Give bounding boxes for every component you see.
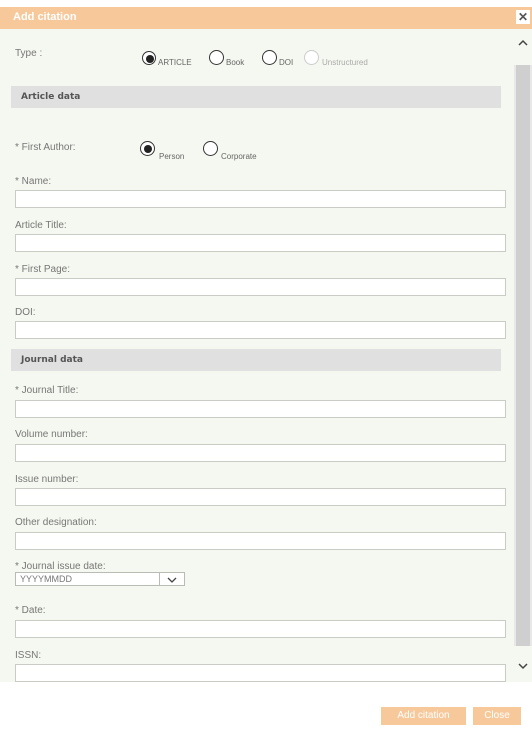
type-label: Type : bbox=[15, 48, 43, 59]
journal-issue-date-value: YYYYMMDD bbox=[20, 574, 73, 584]
radio-type-doi[interactable] bbox=[262, 50, 277, 65]
chevron-down-icon bbox=[167, 577, 177, 583]
radio-first-author-person[interactable] bbox=[140, 141, 155, 156]
journal-issue-date-label: * Journal issue date: bbox=[15, 561, 106, 572]
radio-type-book-label: Book bbox=[226, 58, 245, 67]
journal-data-section-header: Journal data bbox=[11, 349, 501, 371]
first-page-label: * First Page: bbox=[15, 264, 71, 275]
first-author-label: * First Author: bbox=[15, 142, 76, 153]
other-designation-label: Other designation: bbox=[15, 517, 97, 528]
doi-input[interactable] bbox=[15, 321, 506, 339]
dropdown-button[interactable] bbox=[159, 573, 184, 585]
journal-title-label: * Journal Title: bbox=[15, 385, 79, 396]
doi-label: DOI: bbox=[15, 307, 36, 318]
journal-title-input[interactable] bbox=[15, 400, 506, 418]
close-icon[interactable]: ✕ bbox=[516, 10, 530, 24]
name-label: * Name: bbox=[15, 176, 52, 187]
add-citation-button[interactable]: Add citation bbox=[381, 707, 466, 725]
other-designation-input[interactable] bbox=[15, 532, 506, 550]
issn-label: ISSN: bbox=[15, 650, 42, 661]
article-title-input[interactable] bbox=[15, 234, 506, 252]
radio-first-author-corporate[interactable] bbox=[203, 141, 218, 156]
radio-first-author-corporate-label: Corporate bbox=[221, 152, 257, 161]
chevron-down-icon bbox=[518, 663, 528, 670]
first-page-input[interactable] bbox=[15, 278, 506, 296]
dialog-title: Add citation bbox=[13, 11, 77, 23]
volume-number-label: Volume number: bbox=[15, 429, 88, 440]
dialog-title-bar: Add citation ✕ bbox=[0, 7, 532, 29]
issue-number-label: Issue number: bbox=[15, 474, 79, 485]
article-data-section-header: Article data bbox=[11, 86, 501, 108]
scroll-up-button[interactable] bbox=[514, 29, 532, 65]
issue-number-input[interactable] bbox=[15, 488, 506, 506]
radio-first-author-person-label: Person bbox=[159, 152, 185, 161]
article-title-label: Article Title: bbox=[15, 220, 67, 231]
close-button[interactable]: Close bbox=[473, 707, 521, 725]
scrollbar-thumb[interactable] bbox=[516, 65, 530, 665]
radio-type-unstructured-label: Unstructured bbox=[322, 58, 368, 67]
article-data-title: Article data bbox=[21, 92, 81, 102]
radio-type-book[interactable] bbox=[209, 50, 224, 65]
journal-issue-date-select[interactable]: YYYYMMDD bbox=[15, 572, 185, 586]
radio-type-article[interactable] bbox=[142, 51, 156, 65]
chevron-up-icon bbox=[518, 39, 528, 46]
scroll-down-button[interactable] bbox=[514, 646, 532, 682]
vertical-scrollbar[interactable] bbox=[514, 29, 532, 682]
radio-type-doi-label: DOI bbox=[279, 58, 294, 67]
radio-type-unstructured bbox=[304, 50, 319, 65]
radio-type-article-label: ARTICLE bbox=[158, 58, 192, 67]
date-input[interactable] bbox=[15, 620, 506, 638]
journal-data-title: Journal data bbox=[21, 355, 83, 365]
volume-number-input[interactable] bbox=[15, 444, 506, 462]
date-label: * Date: bbox=[15, 605, 46, 616]
issn-input[interactable] bbox=[15, 664, 506, 682]
name-input[interactable] bbox=[15, 190, 506, 208]
